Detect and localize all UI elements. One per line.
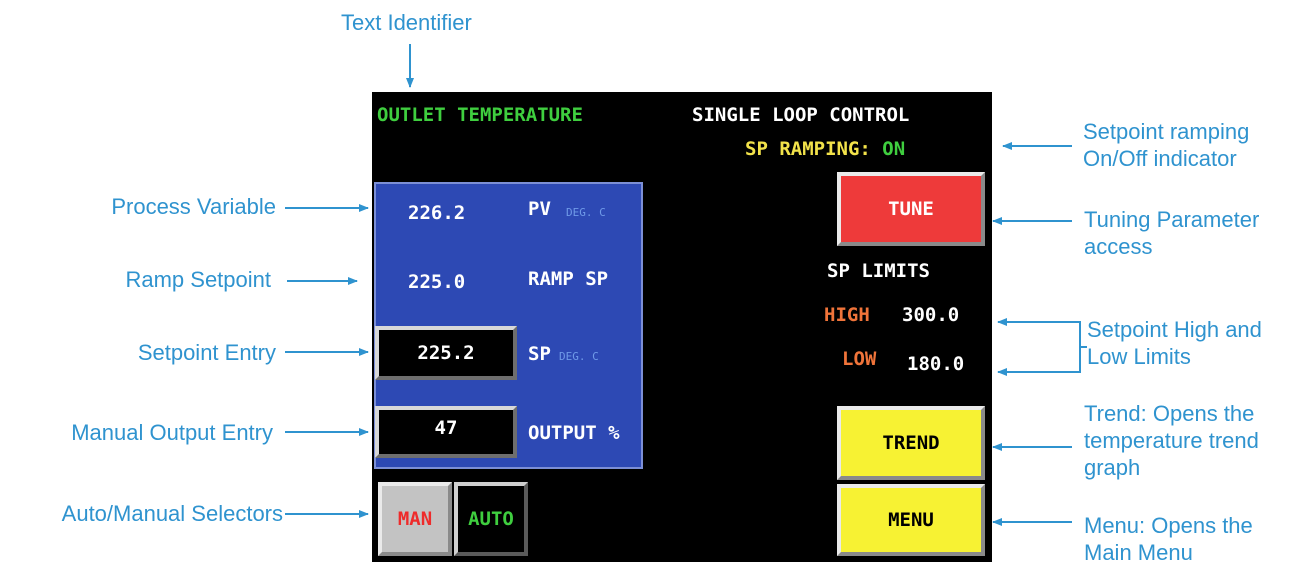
- man-button[interactable]: MAN: [378, 482, 452, 556]
- auto-manual-selectors-callout: Auto/Manual Selectors: [61, 501, 283, 526]
- sp-label: SP: [528, 343, 551, 365]
- process-variable-callout: Process Variable: [111, 194, 276, 219]
- bracket-sp-limits: [1072, 321, 1081, 373]
- callout-line: temperature trend: [1084, 428, 1259, 453]
- ramp-sp-value: 225.0: [408, 271, 466, 293]
- sp-ramping-indicator: SP RAMPING: ON: [745, 138, 905, 160]
- sp-ramping-label: SP RAMPING:: [745, 138, 871, 160]
- manual-output-entry-callout: Manual Output Entry: [71, 420, 273, 445]
- screen-title: SINGLE LOOP CONTROL: [692, 104, 910, 126]
- trend-callout: Trend: Opens the temperature trend graph: [1084, 400, 1259, 481]
- callout-line: On/Off indicator: [1083, 146, 1237, 171]
- sp-high-label: HIGH: [824, 304, 870, 326]
- menu-callout: Menu: Opens the Main Menu: [1084, 512, 1253, 566]
- sp-unit: DEG. C: [559, 350, 599, 363]
- callout-line: Trend: Opens the: [1084, 401, 1255, 426]
- callout-line: Setpoint ramping: [1083, 119, 1250, 144]
- trend-button[interactable]: TREND: [837, 406, 985, 480]
- pv-value: 226.2: [408, 202, 466, 224]
- callout-line: graph: [1084, 455, 1141, 480]
- tuning-access-callout: Tuning Parameter access: [1084, 206, 1259, 260]
- sp-ramping-indicator-callout: Setpoint ramping On/Off indicator: [1083, 118, 1249, 172]
- output-label: OUTPUT %: [528, 422, 620, 444]
- callout-line: Tuning Parameter: [1084, 207, 1260, 232]
- sp-limits-callout: Setpoint High and Low Limits: [1087, 316, 1262, 370]
- setpoint-entry-field[interactable]: 225.2: [375, 326, 517, 380]
- sp-ramping-state: ON: [882, 138, 906, 160]
- tune-button[interactable]: TUNE: [837, 172, 985, 246]
- sp-low-label: LOW: [842, 348, 877, 370]
- sp-high-value: 300.0: [902, 304, 960, 326]
- pv-label: PV: [528, 198, 551, 220]
- text-identifier: OUTLET TEMPERATURE: [377, 104, 583, 126]
- callout-line: Setpoint High and: [1087, 317, 1262, 342]
- sp-low-value: 180.0: [907, 353, 965, 375]
- manual-output-entry-field[interactable]: 47: [375, 406, 517, 458]
- setpoint-entry-callout: Setpoint Entry: [137, 340, 276, 365]
- auto-button[interactable]: AUTO: [454, 482, 528, 556]
- ramp-setpoint-callout: Ramp Setpoint: [125, 267, 271, 292]
- callout-line: access: [1084, 234, 1153, 259]
- callout-line: Menu: Opens the: [1084, 513, 1253, 538]
- sp-limits-label: SP LIMITS: [827, 260, 930, 282]
- menu-button[interactable]: MENU: [837, 484, 985, 556]
- hmi-screen: OUTLET TEMPERATURE SINGLE LOOP CONTROL S…: [372, 92, 992, 562]
- pv-unit: DEG. C: [566, 206, 606, 219]
- callout-line: Main Menu: [1084, 540, 1193, 565]
- text-identifier-callout: Text Identifier: [341, 10, 472, 35]
- ramp-sp-label: RAMP SP: [528, 268, 609, 290]
- callout-line: Low Limits: [1087, 344, 1191, 369]
